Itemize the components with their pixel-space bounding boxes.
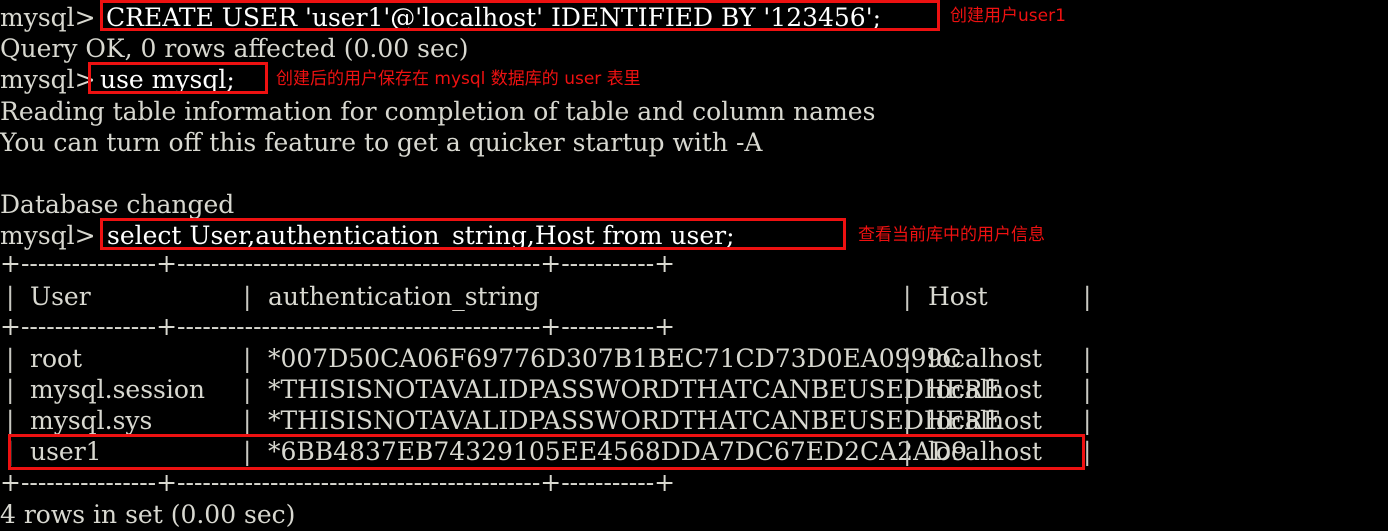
- table-row-pipe-mid2-1: |: [903, 344, 912, 373]
- table-cell-host-2: localhost: [928, 375, 1042, 404]
- table-pipe-left: |: [6, 282, 15, 311]
- table-row-pipe-left-4: |: [6, 437, 15, 466]
- table-header-authentication-string: authentication_string: [268, 282, 540, 311]
- table-row-pipe-right-1: |: [1083, 344, 1092, 373]
- table-row-pipe-mid1-1: |: [243, 344, 252, 373]
- terminal-line-turn-off: You can turn off this feature to get a q…: [0, 128, 763, 157]
- table-row-pipe-mid1-3: |: [243, 406, 252, 435]
- table-row-pipe-mid1-2: |: [243, 375, 252, 404]
- command-create-user[interactable]: CREATE USER 'user1'@'localhost' IDENTIFI…: [106, 2, 881, 33]
- table-cell-user-2: mysql.session: [30, 375, 206, 404]
- table-pipe-mid-2: |: [903, 282, 912, 311]
- table-row-pipe-left-2: |: [6, 375, 15, 404]
- note-use-mysql: 创建后的用户保存在 mysql 数据库的 user 表里: [276, 69, 641, 89]
- command-use-mysql[interactable]: use mysql;: [100, 64, 235, 95]
- table-cell-auth-2: *THISISNOTAVALIDPASSWORDTHATCANBEUSEDHER…: [268, 375, 1001, 404]
- table-row-pipe-mid2-2: |: [903, 375, 912, 404]
- table-border-bottom: +----------------+----------------------…: [0, 468, 676, 497]
- shell-prompt-2: mysql>: [0, 65, 104, 94]
- table-cell-user-4: user1: [30, 437, 102, 466]
- table-row-pipe-left-3: |: [6, 406, 15, 435]
- table-cell-host-4: localhost: [928, 437, 1042, 466]
- table-cell-auth-1: *007D50CA06F69776D307B1BEC71CD73D0EA0999…: [268, 344, 962, 373]
- terminal-line-db-changed: Database changed: [0, 190, 235, 219]
- command-select-users[interactable]: select User,authentication_string,Host f…: [107, 220, 735, 251]
- table-row-pipe-mid1-4: |: [243, 437, 252, 466]
- table-header-user: User: [30, 282, 91, 311]
- table-row-pipe-mid2-3: |: [903, 406, 912, 435]
- terminal-line-select-users: mysql>: [0, 220, 104, 251]
- table-row-pipe-right-3: |: [1083, 406, 1092, 435]
- table-pipe-mid-1: |: [243, 282, 252, 311]
- terminal-line-query-ok: Query OK, 0 rows affected (0.00 sec): [0, 34, 469, 63]
- terminal-line-use-mysql: mysql>: [0, 64, 104, 95]
- table-header-host: Host: [928, 282, 988, 311]
- table-row-pipe-mid2-4: |: [903, 437, 912, 466]
- table-row-pipe-left-1: |: [6, 344, 15, 373]
- terminal-line-reading-table: Reading table information for completion…: [0, 97, 876, 126]
- result-footer: 4 rows in set (0.00 sec): [0, 500, 296, 529]
- table-pipe-right: |: [1083, 282, 1092, 311]
- terminal-line-create-user: mysql>: [0, 2, 104, 33]
- table-row-pipe-right-2: |: [1083, 375, 1092, 404]
- table-border-top: +----------------+----------------------…: [0, 249, 676, 278]
- table-row-pipe-right-4: |: [1083, 437, 1092, 466]
- shell-prompt: mysql>: [0, 3, 104, 32]
- note-select-users: 查看当前库中的用户信息: [858, 225, 1045, 245]
- terminal-window: mysql> CREATE USER 'user1'@'localhost' I…: [0, 0, 1388, 531]
- table-cell-user-1: root: [30, 344, 83, 373]
- table-border-mid: +----------------+----------------------…: [0, 312, 676, 341]
- shell-prompt-3: mysql>: [0, 221, 104, 250]
- note-create-user: 创建用户user1: [950, 6, 1066, 26]
- table-cell-host-1: localhost: [928, 344, 1042, 373]
- table-cell-auth-3: *THISISNOTAVALIDPASSWORDTHATCANBEUSEDHER…: [268, 406, 1001, 435]
- table-cell-auth-4: *6BB4837EB74329105EE4568DDA7DC67ED2CA2AD…: [268, 437, 968, 466]
- table-cell-host-3: localhost: [928, 406, 1042, 435]
- table-cell-user-3: mysql.sys: [30, 406, 153, 435]
